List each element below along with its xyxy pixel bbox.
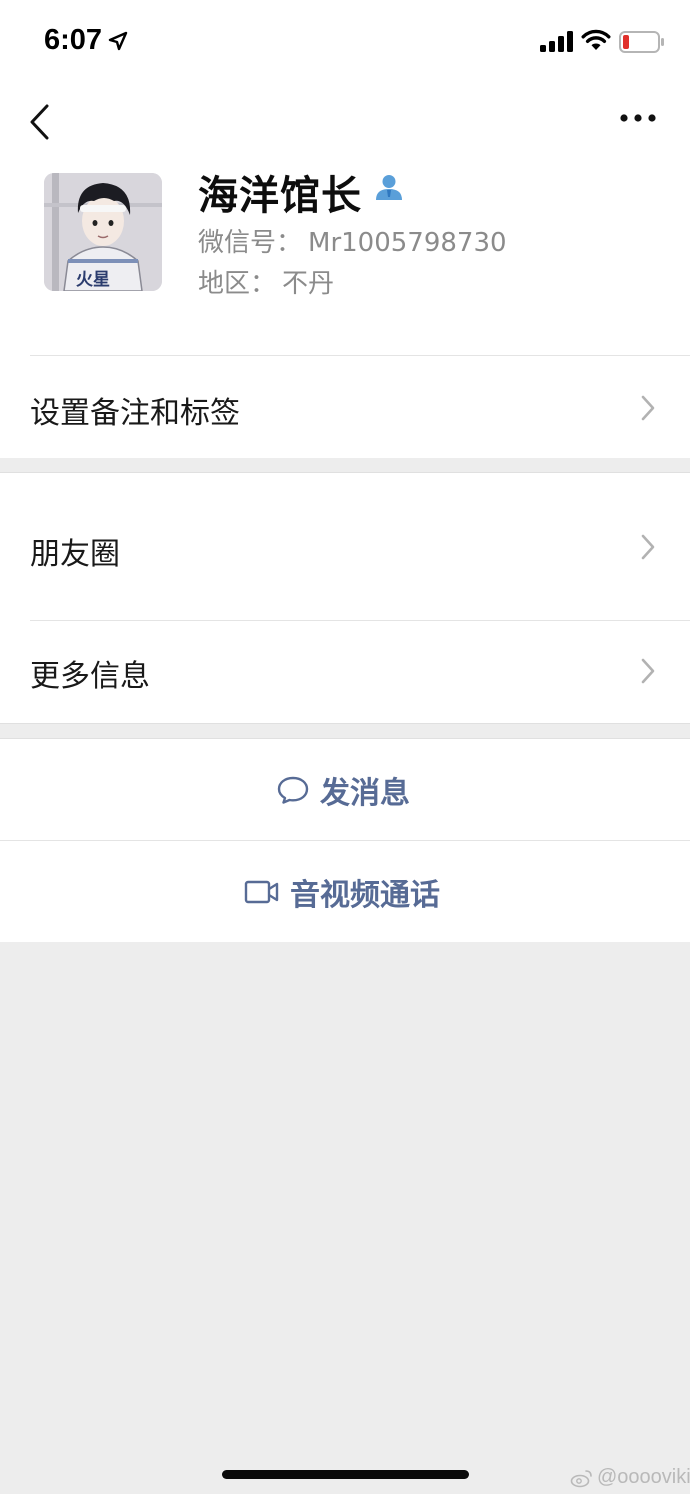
profile-name: 海洋馆长	[198, 173, 362, 219]
cellular-signal-icon	[540, 31, 573, 52]
more-info-row[interactable]: 更多信息	[0, 621, 690, 723]
video-camera-icon	[244, 880, 279, 903]
weibo-logo-icon	[570, 1469, 592, 1487]
chevron-right-icon	[641, 534, 655, 560]
avatar-shirt-text: 火星	[76, 270, 110, 290]
home-indicator[interactable]	[222, 1470, 469, 1479]
region-line: 地区： 不丹	[198, 263, 334, 300]
avatar[interactable]: 火星	[44, 173, 162, 291]
location-arrow-icon	[108, 31, 128, 51]
video-call-label: 音视频通话	[290, 877, 440, 913]
battery-low-icon	[619, 31, 664, 53]
video-call-button[interactable]: 音视频通话	[0, 841, 690, 942]
chevron-right-icon	[641, 658, 655, 684]
send-message-label: 发消息	[320, 775, 410, 811]
region-value: 不丹	[282, 269, 335, 299]
moments-label: 朋友圈	[30, 537, 120, 572]
wifi-icon	[581, 29, 611, 50]
status-time: 6:07	[44, 24, 103, 56]
send-message-button[interactable]: 发消息	[0, 739, 690, 840]
wechat-id-value: Mr1005798730	[308, 228, 507, 258]
moments-row[interactable]: 朋友圈	[0, 473, 690, 620]
remarks-tags-label: 设置备注和标签	[30, 396, 240, 431]
wechat-id-label: 微信号：	[198, 228, 303, 258]
chevron-right-icon	[641, 395, 655, 421]
back-chevron-icon[interactable]	[26, 102, 52, 142]
remarks-tags-row[interactable]: 设置备注和标签	[0, 356, 690, 458]
divider	[0, 723, 690, 724]
wechat-id-line: 微信号： Mr1005798730	[198, 222, 507, 259]
watermark: @ooooviki	[570, 1466, 690, 1489]
person-badge-icon	[376, 175, 402, 200]
watermark-text: @ooooviki	[597, 1466, 690, 1488]
more-info-label: 更多信息	[30, 659, 150, 694]
region-label: 地区：	[198, 269, 277, 299]
chat-bubble-icon	[277, 776, 309, 804]
more-options-icon[interactable]	[618, 112, 658, 124]
